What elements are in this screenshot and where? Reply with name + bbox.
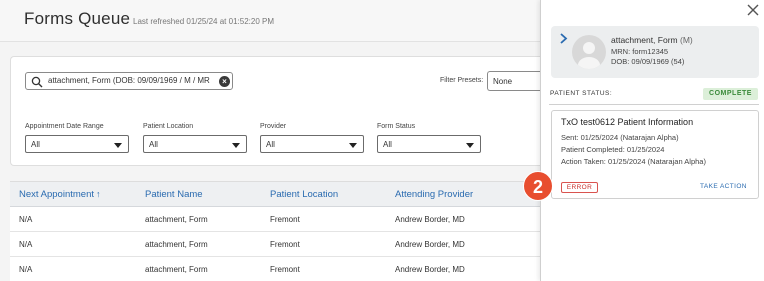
cell-patient-location: Fremont xyxy=(270,265,300,274)
select-value: All xyxy=(149,140,158,149)
page-title: Forms Queue xyxy=(24,9,131,28)
step-marker-badge: 2 xyxy=(523,171,553,201)
search-icon xyxy=(31,76,43,88)
table-header: Next Appointment ↑ Patient Name Patient L… xyxy=(10,182,540,207)
last-refreshed-text: Last refreshed 01/25/24 at 01:52:20 PM xyxy=(133,17,274,26)
appointment-date-range-select[interactable]: All xyxy=(25,135,129,153)
forms-queue-main: Forms Queue Last refreshed 01/25/24 at 0… xyxy=(0,0,550,281)
filter-label-appointment-date-range: Appointment Date Range xyxy=(25,123,104,130)
cell-next-appointment: N/A xyxy=(19,215,33,224)
patient-mrn: MRN: form12345 xyxy=(611,47,669,56)
cell-patient-location: Fremont xyxy=(270,240,300,249)
avatar xyxy=(572,35,606,69)
dropdown-arrow-icon xyxy=(349,143,357,148)
select-value: All xyxy=(31,140,40,149)
patient-location-select[interactable]: All xyxy=(143,135,247,153)
forms-queue-table: Next Appointment ↑ Patient Name Patient L… xyxy=(10,181,540,281)
table-row[interactable]: N/A attachment, Form Fremont Andrew Bord… xyxy=(10,232,540,257)
form-card: TxO test0612 Patient Information Sent: 0… xyxy=(551,110,759,199)
form-sent: Sent: 01/25/2024 (Natarajan Alpha) xyxy=(561,133,679,142)
filter-presets-label: Filter Presets: xyxy=(440,77,484,84)
cell-patient-name: attachment, Form xyxy=(145,265,208,274)
patient-dob: DOB: 09/09/1969 (54) xyxy=(611,57,685,66)
cell-attending-provider: Andrew Border, MD xyxy=(395,240,465,249)
column-header-next-appointment[interactable]: Next Appointment ↑ xyxy=(19,189,101,200)
divider xyxy=(549,104,759,105)
column-header-attending-provider[interactable]: Attending Provider xyxy=(395,189,473,200)
form-patient-completed: Patient Completed: 01/25/2024 xyxy=(561,145,665,154)
cell-patient-name: attachment, Form xyxy=(145,215,208,224)
patient-sex: (M) xyxy=(679,35,693,45)
filter-label-form-status: Form Status xyxy=(377,123,416,130)
take-action-button[interactable]: TAKE ACTION xyxy=(700,183,747,190)
status-badge: COMPLETE xyxy=(703,88,758,100)
form-action-taken: Action Taken: 01/25/2024 (Natarajan Alph… xyxy=(561,157,706,166)
form-status-select[interactable]: All xyxy=(377,135,481,153)
form-title: TxO test0612 Patient Information xyxy=(561,117,694,127)
patient-name-text: attachment, Form xyxy=(611,35,678,45)
dropdown-arrow-icon xyxy=(232,143,240,148)
column-header-patient-name[interactable]: Patient Name xyxy=(145,189,203,200)
close-icon[interactable] xyxy=(746,3,760,17)
filter-label-patient-location: Patient Location xyxy=(143,123,194,130)
patient-name: attachment, Form (M) xyxy=(611,35,693,45)
cell-patient-name: attachment, Form xyxy=(145,240,208,249)
table-row[interactable]: N/A attachment, Form Fremont Andrew Bord… xyxy=(10,257,540,281)
clear-search-icon[interactable]: × xyxy=(219,76,230,87)
patient-summary-card: attachment, Form (M) MRN: form12345 DOB:… xyxy=(551,26,759,78)
filter-presets-select[interactable]: None xyxy=(487,71,547,91)
search-value: attachment, Form (DOB: 09/09/1969 / M / … xyxy=(48,76,210,85)
dropdown-arrow-icon xyxy=(466,143,474,148)
table-row[interactable]: N/A attachment, Form Fremont Andrew Bord… xyxy=(10,207,540,232)
provider-select[interactable]: All xyxy=(260,135,364,153)
cell-next-appointment: N/A xyxy=(19,240,33,249)
search-input[interactable]: attachment, Form (DOB: 09/09/1969 / M / … xyxy=(25,72,233,90)
column-header-label: Next Appointment xyxy=(19,189,94,200)
select-value: All xyxy=(266,140,275,149)
cell-attending-provider: Andrew Border, MD xyxy=(395,265,465,274)
cell-patient-location: Fremont xyxy=(270,215,300,224)
filter-card: attachment, Form (DOB: 09/09/1969 / M / … xyxy=(10,56,550,166)
chevron-right-icon[interactable] xyxy=(559,33,568,44)
dropdown-arrow-icon xyxy=(114,143,122,148)
select-value: All xyxy=(383,140,392,149)
filter-label-provider: Provider xyxy=(260,123,287,130)
person-icon xyxy=(578,42,600,69)
sort-ascending-icon: ↑ xyxy=(96,189,101,199)
cell-attending-provider: Andrew Border, MD xyxy=(395,215,465,224)
page-header: Forms Queue Last refreshed 01/25/24 at 0… xyxy=(0,0,540,42)
column-header-patient-location[interactable]: Patient Location xyxy=(270,189,338,200)
patient-detail-panel: attachment, Form (M) MRN: form12345 DOB:… xyxy=(540,0,764,281)
error-badge: ERROR xyxy=(561,182,598,193)
patient-status-label: PATIENT STATUS: xyxy=(550,90,613,97)
cell-next-appointment: N/A xyxy=(19,265,33,274)
